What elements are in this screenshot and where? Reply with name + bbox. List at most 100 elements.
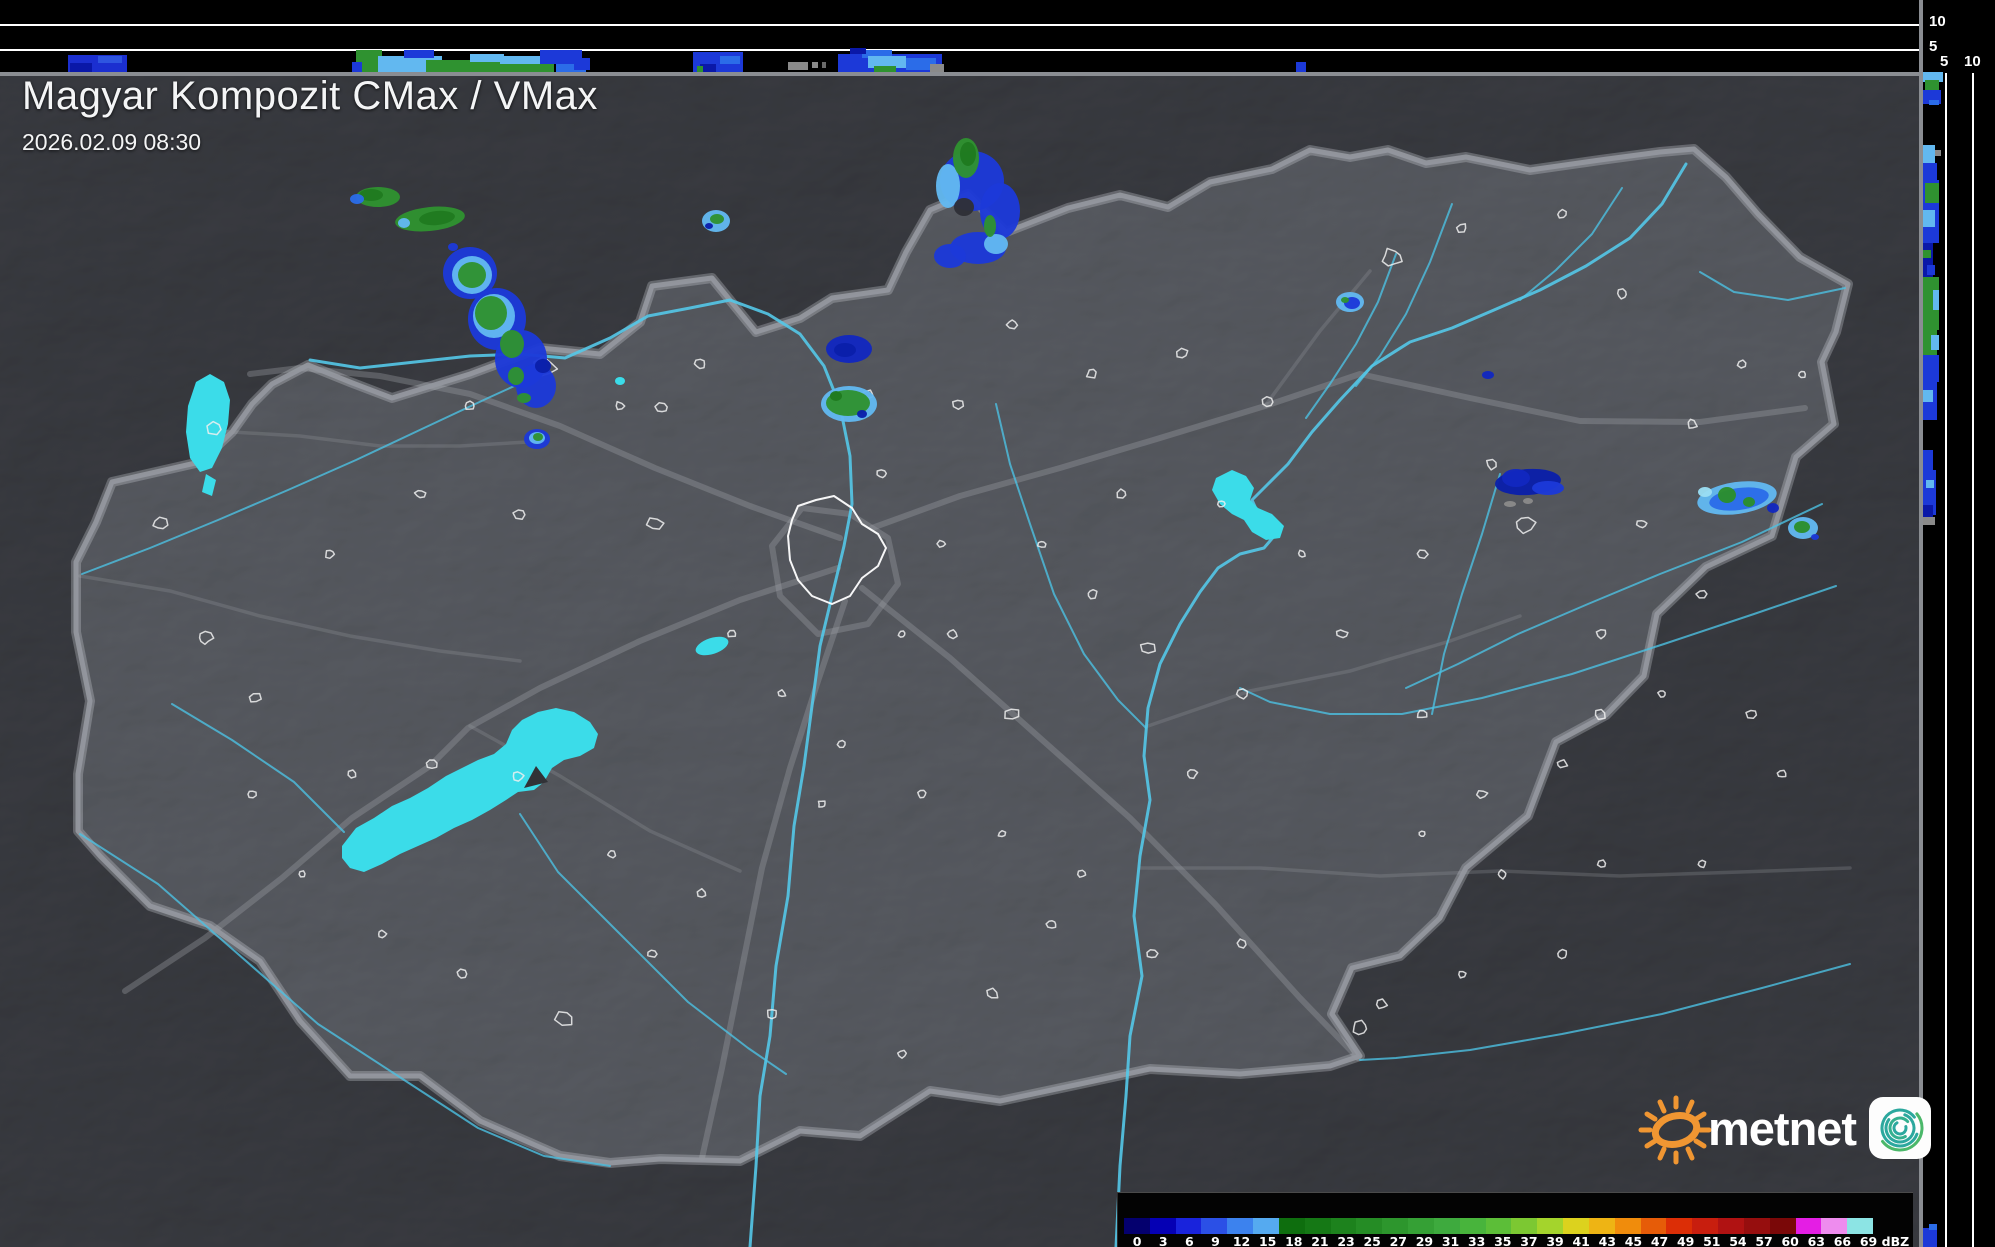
profile-echo [1923, 163, 1937, 180]
radar-echo [1502, 469, 1530, 487]
legend-tick: 21 [1311, 1234, 1329, 1247]
radar-echo [448, 243, 458, 251]
legend-tick: dBZ [1881, 1234, 1910, 1247]
legend-color-cell [1304, 1218, 1331, 1234]
legend-tick: 43 [1598, 1234, 1617, 1247]
radar-echo [1767, 503, 1779, 513]
profile-echo [788, 62, 808, 70]
legend-color-cell [1847, 1218, 1874, 1234]
radar-echo [1482, 371, 1494, 379]
profile-echo [1923, 390, 1933, 402]
profile-echo [574, 58, 590, 70]
legend-color-cell [1459, 1218, 1486, 1234]
top-profile-gridline-5km [0, 49, 1919, 51]
legend-tick: 63 [1807, 1234, 1826, 1247]
legend-color-cell [1433, 1218, 1460, 1234]
radar-echo [984, 234, 1008, 254]
legend-color-cell [1821, 1218, 1848, 1234]
sun-icon [1638, 1095, 1712, 1165]
legend-color-cell [1485, 1218, 1512, 1234]
radar-echo [500, 330, 524, 358]
legend-color-cell [1408, 1218, 1434, 1234]
radar-echo [954, 198, 974, 216]
radar-echo [934, 244, 966, 268]
legend-color-cell [1330, 1218, 1357, 1234]
legend-color-cell [1201, 1218, 1228, 1234]
legend-color-cell [1253, 1218, 1279, 1234]
radar-echo [830, 391, 842, 401]
legend-tick: 41 [1572, 1234, 1590, 1247]
reflectivity-legend: 0 3 6 9 12 15 18 21 23 25 27 29 31 33 35 37 39 41 43 45 47 49… [1117, 1192, 1913, 1247]
radar-echo [1341, 297, 1349, 303]
legend-color-cell [1795, 1218, 1822, 1234]
legend-tick: 12 [1232, 1234, 1251, 1247]
profile-echo [352, 62, 362, 72]
logo-text: metnet [1708, 1101, 1857, 1155]
legend-color-cell [1356, 1218, 1383, 1234]
legend-colorbar [1124, 1218, 1874, 1234]
legend-color-cell [1278, 1218, 1305, 1234]
profile-echo [404, 50, 434, 58]
side-profile-axis-label-10: 10 [1964, 53, 1981, 70]
radar-echo [705, 223, 713, 229]
profile-echo [1923, 505, 1933, 517]
radar-echo [1698, 487, 1712, 497]
profile-echo [70, 63, 92, 72]
profile-echo [1923, 450, 1933, 470]
radar-echo [535, 359, 551, 373]
legend-tick: 0 [1132, 1234, 1142, 1247]
legend-tick-labels: 0 3 6 9 12 15 18 21 23 25 27 29 31 33 35 37 39 41 43 45 47 49… [1124, 1234, 1909, 1247]
legend-color-cell [1588, 1218, 1615, 1234]
radar-echo [834, 343, 856, 357]
side-profile-gridline-10km [1972, 73, 1974, 1247]
metnet-app-icon [1869, 1097, 1932, 1159]
radar-echo [533, 433, 543, 441]
legend-color-cell [1614, 1218, 1641, 1234]
legend-tick: 37 [1520, 1234, 1538, 1247]
radar-echo [458, 262, 486, 288]
profile-echo [720, 56, 740, 64]
radar-echo [1532, 481, 1564, 495]
radar-composite-screen: 10 5 5 10 Magyar Kompozit CMax / VMax 20… [0, 0, 1995, 1247]
profile-echo [1296, 62, 1306, 72]
radar-echo [1811, 534, 1819, 540]
side-profile-axis-label-5: 5 [1940, 53, 1949, 70]
legend-tick: 60 [1781, 1234, 1799, 1247]
profile-echo [1933, 290, 1939, 310]
profile-echo [1923, 1228, 1937, 1247]
legend-tick: 57 [1755, 1234, 1773, 1247]
legend-tick: 54 [1729, 1234, 1747, 1247]
legend-color-cell [1666, 1218, 1693, 1234]
radar-echo [1718, 487, 1736, 503]
profile-echo [1923, 145, 1935, 165]
radar-echo [475, 296, 507, 330]
side-profile-gridline-5km [1945, 73, 1947, 1247]
profile-echo [1927, 265, 1935, 275]
profile-echo [1929, 100, 1939, 105]
legend-tick: 66 [1833, 1234, 1852, 1247]
profile-echo [1923, 250, 1931, 258]
profile-echo [1935, 150, 1941, 156]
legend-tick: 3 [1158, 1234, 1168, 1247]
legend-tick: 49 [1676, 1234, 1695, 1247]
legend-tick: 15 [1258, 1234, 1277, 1247]
top-profile-axis-label-10: 10 [1929, 13, 1946, 30]
legend-color-cell [1743, 1218, 1770, 1234]
header: Magyar Kompozit CMax / VMax 2026.02.09 0… [22, 74, 598, 156]
legend-color-cell [1175, 1218, 1202, 1234]
radar-echo [508, 367, 524, 385]
legend-tick: 39 [1546, 1234, 1564, 1247]
radar-echo [960, 142, 976, 166]
timestamp: 2026.02.09 08:30 [22, 129, 202, 155]
side-height-profile-strip: 10 5 5 10 [1923, 0, 1995, 1247]
legend-color-cell [1511, 1218, 1538, 1234]
top-height-profile-strip [0, 0, 1919, 73]
radar-echo [1743, 497, 1755, 507]
legend-color-cell [1382, 1218, 1409, 1234]
legend-tick: 23 [1337, 1234, 1355, 1247]
legend-tick: 18 [1285, 1234, 1303, 1247]
radar-echo [857, 410, 867, 418]
profile-echo [98, 56, 122, 63]
radar-map [0, 76, 1919, 1247]
legend-tick: 27 [1389, 1234, 1408, 1247]
